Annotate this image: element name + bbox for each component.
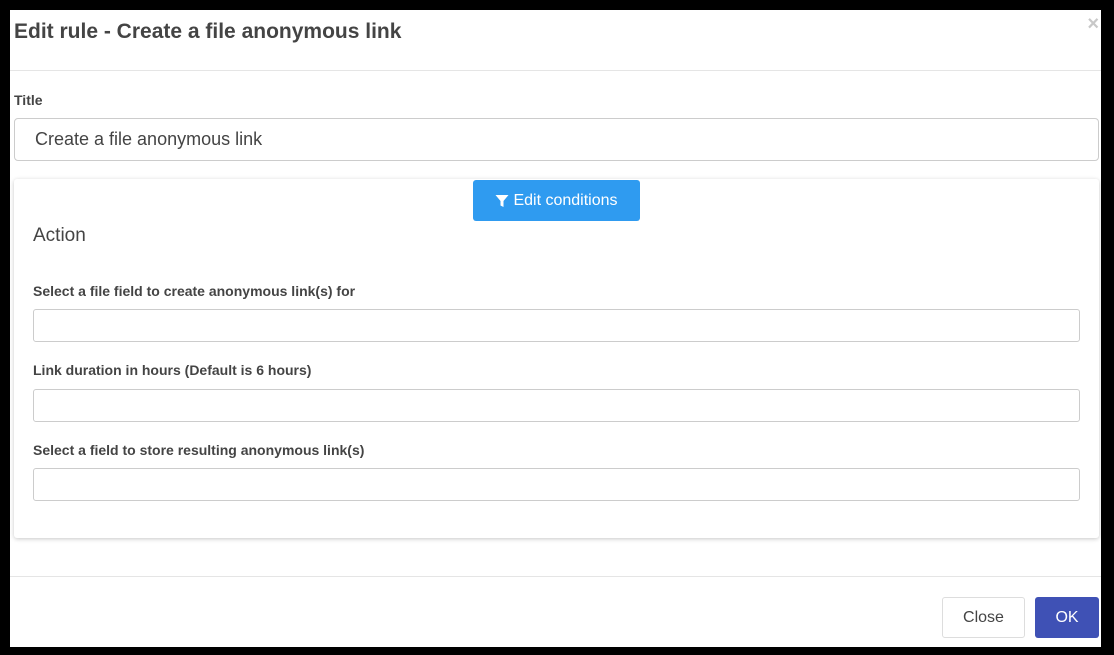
ok-button[interactable]: OK — [1035, 597, 1099, 638]
title-input[interactable] — [14, 118, 1099, 161]
filter-icon — [495, 194, 509, 208]
edit-conditions-label: Edit conditions — [513, 191, 618, 209]
title-label: Title — [14, 92, 43, 108]
file-field-select[interactable] — [33, 309, 1080, 342]
dialog-header: Edit rule - Create a file anonymous link… — [10, 10, 1101, 71]
action-panel: Edit conditions Action Select a file fie… — [14, 179, 1099, 538]
close-button[interactable]: Close — [942, 597, 1025, 638]
file-field-label: Select a file field to create anonymous … — [33, 283, 356, 299]
action-heading: Action — [33, 225, 86, 246]
edit-rule-dialog: Edit rule - Create a file anonymous link… — [10, 10, 1101, 647]
store-link-field-select[interactable] — [33, 468, 1080, 501]
link-duration-input[interactable] — [33, 389, 1080, 422]
edit-conditions-button[interactable]: Edit conditions — [473, 180, 640, 221]
link-duration-label: Link duration in hours (Default is 6 hou… — [33, 362, 312, 378]
close-icon[interactable]: × — [1087, 14, 1099, 34]
dialog-title: Edit rule - Create a file anonymous link — [14, 20, 402, 43]
store-link-field-label: Select a field to store resulting anonym… — [33, 442, 365, 458]
footer-divider — [10, 576, 1101, 577]
